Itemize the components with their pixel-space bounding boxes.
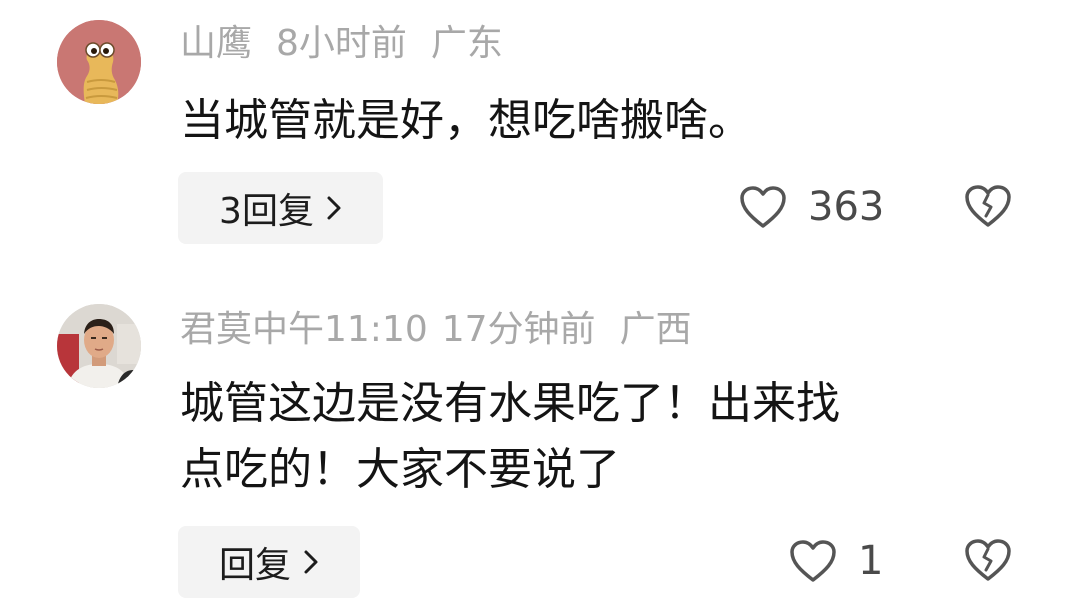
like-count: 363: [808, 184, 885, 230]
heart-outline-icon: [740, 186, 786, 228]
man-photo-avatar-icon: [57, 304, 141, 388]
username[interactable]: 山鹰: [180, 23, 252, 64]
like-button[interactable]: 1: [788, 537, 883, 585]
comment-text: 城管这边是没有水果吃了！出来找 点吃的！大家不要说了: [180, 378, 840, 495]
view-replies-button[interactable]: 3回复: [178, 172, 383, 244]
timestamp: 8小时前: [276, 23, 407, 64]
heart-outline-icon: [790, 540, 836, 582]
comment-meta: 君莫中午11:10 17分钟前 广西: [180, 308, 716, 352]
cartoon-worm-avatar-icon: [57, 20, 141, 104]
avatar[interactable]: [57, 20, 141, 104]
avatar[interactable]: [57, 304, 141, 388]
reply-button[interactable]: 回复: [178, 526, 360, 598]
timestamp: 17分钟前: [441, 309, 596, 350]
like-button[interactable]: 363: [738, 183, 884, 231]
dislike-button[interactable]: [963, 183, 1013, 233]
location: 广东: [430, 23, 503, 64]
reply-label: 3回复: [219, 191, 314, 232]
comment-text: 当城管就是好，想吃啥搬啥。: [180, 95, 752, 146]
broken-heart-outline-icon: [965, 185, 1011, 227]
like-count: 1: [858, 538, 884, 584]
chevron-right-icon: [304, 550, 318, 574]
chevron-right-icon: [327, 196, 341, 220]
broken-heart-outline-icon: [965, 539, 1011, 581]
location: 广西: [619, 309, 692, 350]
reply-label: 回复: [218, 545, 291, 586]
dislike-button[interactable]: [963, 537, 1013, 587]
comment-meta: 山鹰 8小时前 广东: [180, 22, 527, 66]
username[interactable]: 君莫中午11:10: [180, 309, 428, 350]
